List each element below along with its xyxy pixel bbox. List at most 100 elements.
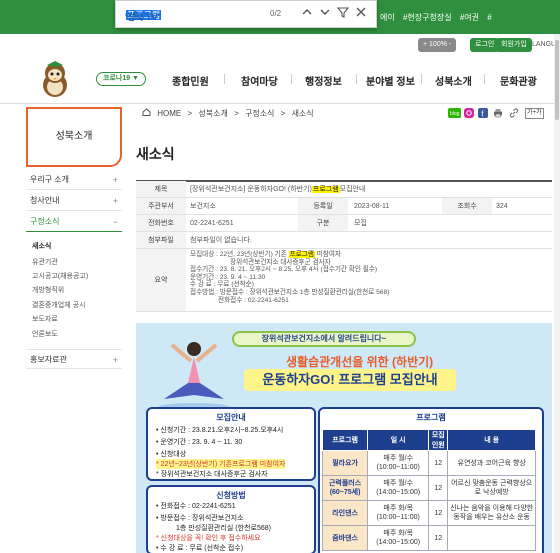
nav-divider <box>484 74 485 84</box>
table-header: 내 용 <box>447 429 536 451</box>
sidebar-item-label: 청사안내 <box>30 196 60 205</box>
label-dept: 주관부서 <box>136 198 186 214</box>
table-row: 근력플러스 (60~75세) 매주 월/수 (14:00~15:00) 12 어… <box>321 475 536 501</box>
table-cell: 라인댄스 <box>321 500 369 526</box>
home-icon[interactable] <box>142 108 153 118</box>
site-header: 코로나19 ▼ 종합민원 참여마당 행정정보 분야별 정보 성북소개 문화관광 <box>0 56 560 104</box>
recruit-panel: 모집안내 • 신청기간 : 23.8.21.오후2시~8.25.오후4시 • 운… <box>146 407 316 481</box>
instagram-icon[interactable] <box>464 108 474 120</box>
filter-icon[interactable] <box>335 6 351 22</box>
table-cell: 필라요가 <box>321 450 369 476</box>
sidebar-item-promo[interactable]: 홍보자료관 + <box>26 349 122 369</box>
attach-value: 첨부파일이 없습니다. <box>190 237 252 244</box>
label-views: 조회수 <box>442 198 492 214</box>
nav-divider <box>421 74 422 84</box>
breadcrumb-about[interactable]: 성북소개 <box>198 109 227 118</box>
table-cell: 매주 월/수 (14:00~15:00) <box>367 475 430 501</box>
poster-ribbon: 장위석관보건지소에서 알려드립니다~ <box>232 331 416 347</box>
nav-participation[interactable]: 참여마당 <box>241 73 278 88</box>
summary-line: 수 강 료 : 무료 (선착순) <box>190 281 254 289</box>
svg-text:blog: blog <box>450 111 460 117</box>
reg-date-value: 2023-08-11 <box>354 203 390 210</box>
sidebar-subitem-notice[interactable]: 고시공고(채용공고) <box>32 271 88 281</box>
table-cell <box>447 525 536 551</box>
close-icon[interactable] <box>353 6 369 22</box>
facebook-icon[interactable]: f <box>478 108 488 120</box>
sidebar-subitem-related[interactable]: 유관기관 <box>32 257 58 267</box>
label-kind: 구분 <box>298 215 348 231</box>
hashtag-links: 에이 #현장구청장실 #여권 # <box>380 12 498 23</box>
sidebar-item-news[interactable]: 구정소식 − <box>26 212 122 232</box>
plus-icon: + <box>112 175 118 185</box>
post-title: [장위석관보건지소] 운동하자GO! (하반기)프로그램모집안내 <box>190 181 365 198</box>
phone-value: 02-2241-6251 <box>190 220 234 227</box>
page-title: 새소식 <box>136 146 175 162</box>
print-icon[interactable] <box>493 108 503 120</box>
hashtag-link[interactable]: #여권 <box>460 13 479 22</box>
zoom-control[interactable]: + 100% - <box>418 38 457 52</box>
table-row: 필라요가 매주 월/수 (10:00~11:00) 12 유연성과 코어근육 향… <box>321 450 536 476</box>
covid19-dropdown[interactable]: 코로나19 ▼ <box>96 72 146 86</box>
table-cell: 신나는 음악을 이용해 다양한 동작을 배우는 유산소 운동 <box>447 500 536 526</box>
table-cell: 근력플러스 (60~75세) <box>321 475 369 501</box>
method-line: • 전화접수 : 02-2241-6251 <box>156 503 236 510</box>
find-count: 0/2 <box>270 9 282 18</box>
table-cell: 12 <box>428 525 449 551</box>
method-line: * 신청대상을 꼭! 확인 후 접수하세요 <box>156 535 261 542</box>
nav-culture[interactable]: 문화관광 <box>500 73 537 88</box>
breadcrumb-current: 새소식 <box>291 109 314 118</box>
recruit-line: * 22년~23년(상반기) 기존프로그램 미참여자 <box>156 459 286 469</box>
mascot-logo[interactable] <box>36 59 74 99</box>
nav-field-info[interactable]: 분야별 정보 <box>366 73 415 88</box>
sidebar-item-office[interactable]: 청사안내 + <box>26 191 122 211</box>
nav-about[interactable]: 성북소개 <box>435 73 472 88</box>
recruit-line-text: • 신청기간 : 23.8.21.오후2시~8.25.오후4시 <box>156 427 284 434</box>
sidebar-item-label: 우리구 소개 <box>30 175 70 184</box>
sidebar-subitem-marriage[interactable]: 결혼중개업체 공시 <box>32 300 85 310</box>
font-size-button[interactable]: 가+가 <box>525 108 544 119</box>
table-cell: 매주 월/수 (10:00~11:00) <box>367 450 430 476</box>
scrollbar-thumb[interactable] <box>555 40 559 120</box>
method-panel: 신청방법 • 전화접수 : 02-2241-6251 • 방문접수 : 장위석관… <box>146 485 316 553</box>
plus-icon: + <box>112 355 118 365</box>
sidebar-subitem-open-position[interactable]: 개방형직위 <box>32 285 64 295</box>
label-reg-date: 등록일 <box>298 198 348 214</box>
sidebar-item-intro[interactable]: 우리구 소개 + <box>26 170 122 190</box>
sidebar-subitem-news[interactable]: 새소식 <box>32 241 51 251</box>
post-title-suffix: 모집안내 <box>339 186 366 193</box>
login-button[interactable]: 로그인 <box>470 38 500 52</box>
summary-line-text: 모집대상 : 22년, 23년(상반기) 기존 <box>190 251 287 258</box>
sidebar-subitem-media[interactable]: 언론보도 <box>32 329 58 339</box>
breadcrumb-home[interactable]: HOME <box>157 109 181 118</box>
find-prev-icon[interactable] <box>299 6 315 22</box>
breadcrumb: HOME > 성북소개 > 구정소식 > 새소식 <box>142 108 318 119</box>
nav-divider <box>224 74 225 84</box>
nav-civil[interactable]: 종합민원 <box>172 73 209 88</box>
method-line: • 수 강 료 : 무료 (선착순 접수) <box>156 545 244 552</box>
recruit-line: • 신청기간 : 23.8.21.오후2시~8.25.오후4시 <box>156 425 283 435</box>
nav-admin-info[interactable]: 행정정보 <box>305 73 342 88</box>
sidebar-subitem-press[interactable]: 보도자료 <box>32 314 58 324</box>
hashtag-partial[interactable]: 에이 <box>380 13 395 22</box>
recruit-line: • 운영기간 : 23. 9. 4 ~ 11. 30 <box>156 439 243 446</box>
table-cell: 어르신 맞춤운동 근력향상으로 낙상예방 <box>447 475 536 501</box>
hashtag-link[interactable]: #현장구청장실 <box>403 13 452 22</box>
link-icon[interactable] <box>509 108 519 120</box>
hashtag-link[interactable]: # <box>487 13 491 22</box>
label-summary: 요약 <box>136 249 186 311</box>
sungbuk-tv-label[interactable]: '성북 TV' <box>125 10 160 23</box>
sidebar-item-label: 홍보자료관 <box>30 355 67 364</box>
info-row-attach: 첨부파일 첨부파일이 없습니다. <box>136 232 552 249</box>
summary-line: 전화접수 : 02-2241-6251 <box>218 296 289 304</box>
breadcrumb-news-cat[interactable]: 구정소식 <box>245 109 274 118</box>
table-cell: 매주 화/목 (14:00~15:00) <box>367 525 430 551</box>
info-row-phone: 전화번호 02-2241-6251 구분 모집 <box>136 215 552 232</box>
sidebar-item-label: 구정소식 <box>30 217 60 226</box>
label-attach: 첨부파일 <box>136 232 186 248</box>
minus-icon: − <box>112 217 118 227</box>
method-title: 신청방법 <box>216 491 246 500</box>
table-cell: 매주 화/목 (10:00~11:00) <box>367 500 430 526</box>
find-next-icon[interactable] <box>317 6 333 22</box>
program-title: 프로그램 <box>416 413 446 422</box>
blog-icon[interactable]: blog <box>448 108 461 120</box>
